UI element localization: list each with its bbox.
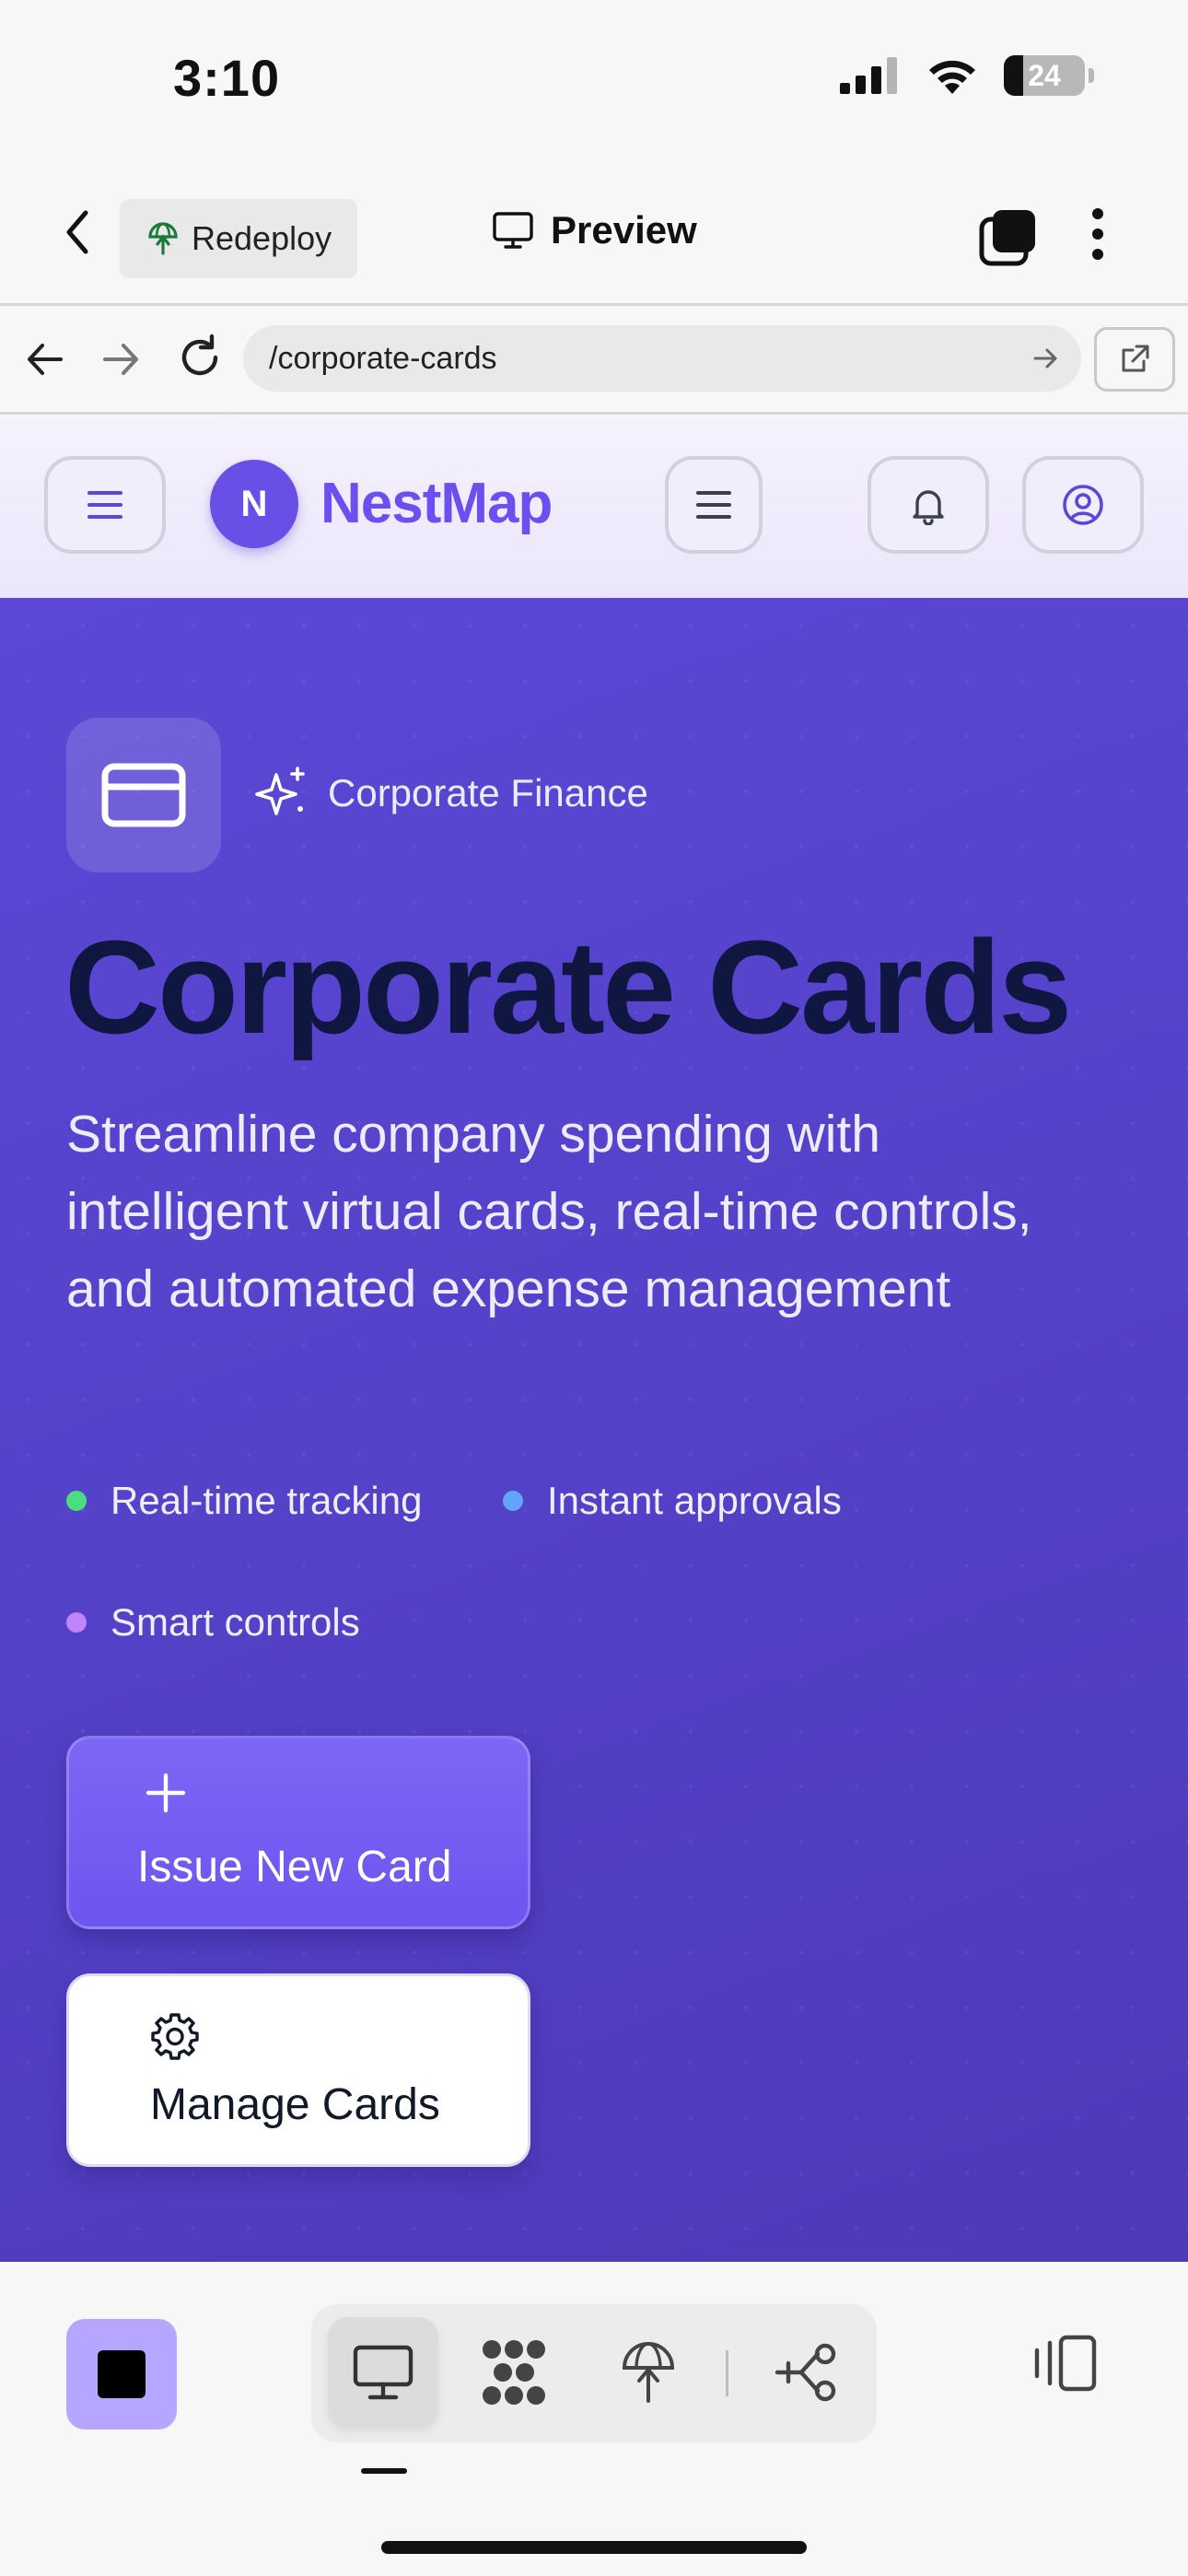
chevron-left-icon xyxy=(66,210,88,254)
feature-label: Real-time tracking xyxy=(111,1479,423,1522)
green-dot-icon xyxy=(66,1491,87,1511)
blue-dot-icon xyxy=(503,1491,523,1511)
arrow-right-icon xyxy=(103,344,138,375)
notifications-button[interactable] xyxy=(868,456,989,554)
signal-icon xyxy=(840,57,897,94)
redeploy-label: Redeploy xyxy=(192,219,332,257)
profile-button[interactable] xyxy=(1022,456,1144,554)
nav-menu-button[interactable] xyxy=(665,456,763,554)
flow-icon xyxy=(775,2343,836,2402)
battery-level: 24 xyxy=(1028,58,1061,92)
tabs-button[interactable] xyxy=(978,208,1037,272)
reload-icon xyxy=(181,334,218,376)
flow-view-button[interactable] xyxy=(751,2317,862,2428)
deploy-icon xyxy=(148,222,178,255)
feature-label: Instant approvals xyxy=(547,1479,842,1522)
view-mode-group xyxy=(311,2304,877,2442)
browser-toolbar: /corporate-cards xyxy=(0,309,1188,415)
status-time: 3:10 xyxy=(173,49,281,107)
browser-back-button[interactable] xyxy=(24,338,66,385)
site-nav: N NestMap xyxy=(0,417,1188,598)
credit-card-icon xyxy=(101,763,186,827)
monitor-icon xyxy=(493,212,533,249)
more-button[interactable] xyxy=(1087,206,1109,266)
preview-label: Preview xyxy=(551,208,697,252)
user-circle-icon xyxy=(1063,485,1103,525)
deploy-icon xyxy=(622,2342,675,2403)
device-toggle-icon xyxy=(1034,2335,1097,2392)
arrow-left-icon xyxy=(28,344,63,375)
more-vertical-icon xyxy=(1092,208,1103,260)
open-external-button[interactable] xyxy=(1094,327,1175,392)
go-arrow-icon[interactable] xyxy=(1031,344,1061,373)
desktop-view-button[interactable] xyxy=(328,2317,438,2428)
eyebrow-label: Corporate Finance xyxy=(254,766,648,821)
external-link-icon xyxy=(1122,345,1149,372)
reload-button[interactable] xyxy=(175,333,225,387)
deploy-view-button[interactable] xyxy=(593,2317,704,2428)
plus-icon xyxy=(146,1773,186,1813)
issue-new-card-label: Issue New Card xyxy=(137,1843,452,1891)
feature-item: Instant approvals xyxy=(503,1479,842,1523)
tabs-icon xyxy=(979,210,1035,266)
eyebrow-text: Corporate Finance xyxy=(328,771,648,814)
manage-cards-button[interactable]: Manage Cards xyxy=(66,1973,530,2167)
home-indicator[interactable] xyxy=(381,2541,807,2554)
back-button[interactable] xyxy=(55,206,99,258)
hero-section: Corporate Finance Corporate Cards Stream… xyxy=(0,598,1188,2262)
brand-name[interactable]: NestMap xyxy=(320,471,553,536)
feature-item: Smart controls xyxy=(66,1600,360,1645)
feature-item: Real-time tracking xyxy=(66,1479,422,1523)
page-title: Corporate Cards xyxy=(64,913,1072,1061)
logo-avatar[interactable]: N xyxy=(210,460,298,548)
active-mode-indicator xyxy=(361,2468,407,2474)
wifi-icon xyxy=(929,60,975,94)
redeploy-button[interactable]: Redeploy xyxy=(120,199,358,278)
manage-cards-label: Manage Cards xyxy=(150,2080,440,2129)
bell-icon xyxy=(913,490,944,525)
status-icons: 24 xyxy=(840,55,1094,96)
stop-icon xyxy=(98,2350,146,2398)
battery-icon: 24 xyxy=(1004,55,1094,96)
card-icon-tile xyxy=(66,718,221,872)
issue-new-card-button[interactable]: Issue New Card xyxy=(66,1736,530,1929)
dots-view-button[interactable] xyxy=(459,2317,569,2428)
menu-icon xyxy=(696,491,731,519)
url-text: /corporate-cards xyxy=(269,340,497,376)
menu-icon xyxy=(87,491,122,519)
purple-dot-icon xyxy=(66,1612,87,1633)
sidebar-menu-button[interactable] xyxy=(44,456,166,554)
page-subtitle: Streamline company spending with intelli… xyxy=(66,1105,1032,1318)
browser-forward-button[interactable] xyxy=(99,338,142,385)
gear-icon xyxy=(151,2013,199,2060)
toolbar-divider xyxy=(726,2350,728,2396)
dots-grid-icon xyxy=(483,2340,545,2405)
feature-label: Smart controls xyxy=(111,1600,360,1644)
sparkles-icon xyxy=(255,767,305,815)
status-bar: 3:10 24 xyxy=(0,0,1188,162)
preview-title: Preview xyxy=(492,208,697,252)
device-toggle-button[interactable] xyxy=(1030,2334,1100,2397)
bottom-toolbar xyxy=(0,2262,1188,2576)
desktop-icon xyxy=(353,2345,413,2400)
url-field[interactable]: /corporate-cards xyxy=(243,325,1081,392)
stop-button[interactable] xyxy=(66,2319,177,2430)
app-header: Redeploy Preview xyxy=(0,162,1188,306)
